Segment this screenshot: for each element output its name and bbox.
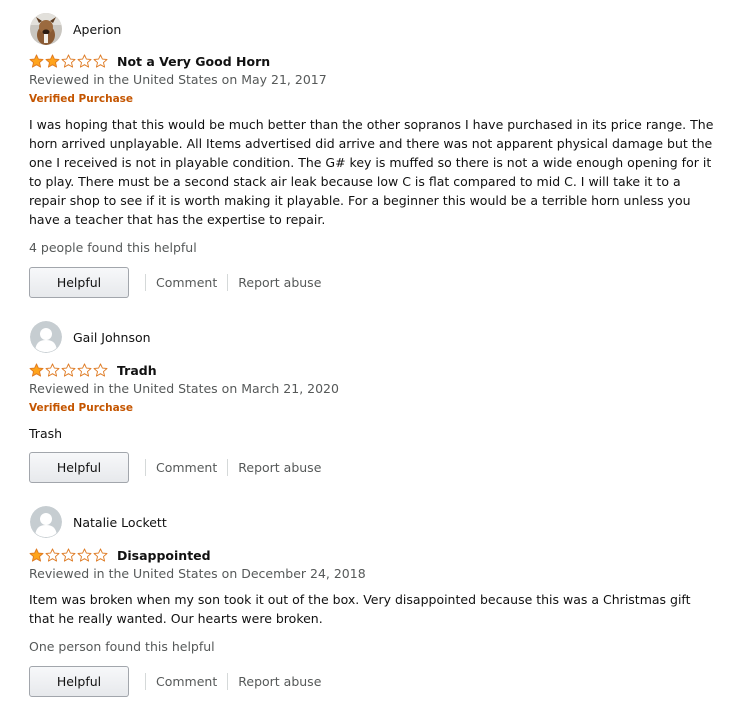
- star-rating[interactable]: [29, 363, 109, 377]
- reviewer-name[interactable]: Natalie Lockett: [73, 515, 167, 530]
- review-actions: Helpful Comment Report abuse: [29, 267, 331, 298]
- review-item: Natalie Lockett Disappointed Reviewed in…: [29, 490, 719, 711]
- star-empty-icon: [77, 54, 92, 68]
- star-filled-icon: [45, 54, 60, 68]
- report-abuse-link[interactable]: Report abuse: [228, 275, 331, 290]
- reviewer-profile[interactable]: Aperion: [30, 13, 121, 45]
- star-rating[interactable]: [29, 54, 109, 68]
- comment-link[interactable]: Comment: [146, 460, 227, 475]
- reviewer-avatar[interactable]: [30, 506, 62, 538]
- star-empty-icon: [77, 548, 92, 562]
- verified-purchase-badge: Verified Purchase: [29, 402, 134, 414]
- reviewer-name[interactable]: Aperion: [73, 22, 121, 37]
- default-user-avatar-icon: [30, 321, 62, 353]
- star-empty-icon: [61, 54, 76, 68]
- review-title[interactable]: Disappointed: [117, 548, 211, 563]
- reviewer-profile[interactable]: Gail Johnson: [30, 321, 151, 353]
- star-rating[interactable]: [29, 548, 109, 562]
- reviewer-avatar[interactable]: [30, 13, 62, 45]
- verified-purchase-badge: Verified Purchase: [29, 93, 134, 105]
- review-title[interactable]: Tradh: [117, 363, 157, 378]
- helpful-count: 4 people found this helpful: [29, 240, 197, 255]
- review-date: Reviewed in the United States on Decembe…: [29, 566, 366, 581]
- star-filled-icon: [29, 54, 44, 68]
- comment-link[interactable]: Comment: [146, 275, 227, 290]
- review-actions: Helpful Comment Report abuse: [29, 452, 331, 483]
- reviewer-profile[interactable]: Natalie Lockett: [30, 506, 167, 538]
- star-filled-icon: [29, 548, 44, 562]
- star-empty-icon: [77, 363, 92, 377]
- star-empty-icon: [61, 548, 76, 562]
- dog-photo-avatar-icon: [30, 13, 62, 45]
- star-empty-icon: [93, 54, 108, 68]
- star-filled-icon: [29, 363, 44, 377]
- report-abuse-link[interactable]: Report abuse: [228, 460, 331, 475]
- review-body: I was hoping that this would be much bet…: [29, 117, 714, 227]
- star-empty-icon: [45, 548, 60, 562]
- review-title[interactable]: Not a Very Good Horn: [117, 54, 270, 69]
- star-empty-icon: [93, 363, 108, 377]
- review-body: Item was broken when my son took it out …: [29, 592, 691, 626]
- star-empty-icon: [61, 363, 76, 377]
- helpful-button[interactable]: Helpful: [29, 452, 129, 483]
- review-date: Reviewed in the United States on May 21,…: [29, 72, 327, 87]
- report-abuse-link[interactable]: Report abuse: [228, 674, 331, 689]
- reviewer-name[interactable]: Gail Johnson: [73, 330, 151, 345]
- review-item: Gail Johnson Tradh Reviewed in the Unite…: [29, 305, 719, 490]
- default-user-avatar-icon: [30, 506, 62, 538]
- review-date: Reviewed in the United States on March 2…: [29, 381, 339, 396]
- review-body: Trash: [29, 426, 63, 441]
- helpful-button[interactable]: Helpful: [29, 666, 129, 697]
- helpful-button[interactable]: Helpful: [29, 267, 129, 298]
- comment-link[interactable]: Comment: [146, 674, 227, 689]
- review-item: Aperion Not a Very Good Horn Reviewed in…: [29, 0, 719, 305]
- helpful-count: One person found this helpful: [29, 639, 215, 654]
- review-actions: Helpful Comment Report abuse: [29, 666, 331, 697]
- reviewer-avatar[interactable]: [30, 321, 62, 353]
- star-empty-icon: [45, 363, 60, 377]
- star-empty-icon: [93, 548, 108, 562]
